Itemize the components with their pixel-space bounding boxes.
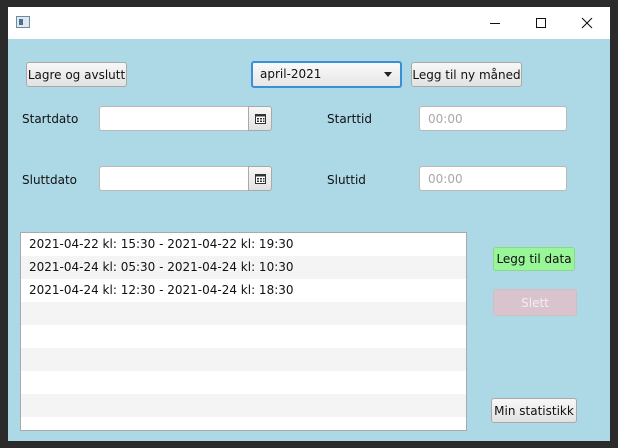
minimize-icon [490,23,500,24]
title-bar [8,7,610,39]
start-date-label: Startdato [22,112,79,126]
statistics-button[interactable]: Min statistikk [491,398,577,423]
entries-list[interactable]: 2021-04-22 kl: 15:30 - 2021-04-22 kl: 19… [20,232,467,431]
list-item[interactable]: 2021-04-24 kl: 12:30 - 2021-04-24 kl: 18… [21,279,466,302]
end-time-label: Sluttid [327,173,366,187]
end-date-input[interactable] [99,166,248,191]
list-item[interactable] [21,302,466,325]
month-select-value: april-2021 [260,67,322,81]
app-window: Lagre og avslutt april-2021 Legg til ny … [8,7,610,441]
delete-button[interactable]: Slett [493,289,577,316]
start-time-placeholder: 00:00 [428,111,463,126]
app-icon [16,16,30,28]
list-item[interactable] [21,348,466,371]
start-date-input[interactable] [99,106,248,131]
end-time-placeholder: 00:00 [428,171,463,186]
minimize-button[interactable] [472,7,518,39]
start-date-picker-button[interactable] [248,106,272,131]
close-button[interactable] [564,7,610,39]
add-data-button[interactable]: Legg til data [493,247,575,271]
list-item[interactable]: 2021-04-24 kl: 05:30 - 2021-04-24 kl: 10… [21,256,466,279]
end-time-input[interactable]: 00:00 [419,166,567,191]
start-time-input[interactable]: 00:00 [419,106,567,131]
start-time-label: Starttid [327,112,372,126]
calendar-icon [254,113,266,124]
list-item[interactable] [21,417,466,430]
end-date-picker-button[interactable] [248,166,272,191]
close-icon [581,17,593,29]
month-select[interactable]: april-2021 [251,61,402,88]
save-and-exit-button[interactable]: Lagre og avslutt [26,62,127,87]
end-date-label: Sluttdato [22,173,77,187]
chevron-down-icon [384,72,392,77]
add-month-button[interactable]: Legg til ny måned [411,62,522,87]
list-item[interactable] [21,371,466,394]
calendar-icon [254,173,266,184]
list-item[interactable] [21,394,466,417]
list-item[interactable] [21,325,466,348]
list-item[interactable]: 2021-04-22 kl: 15:30 - 2021-04-22 kl: 19… [21,233,466,256]
maximize-button[interactable] [518,7,564,39]
maximize-icon [536,18,546,28]
